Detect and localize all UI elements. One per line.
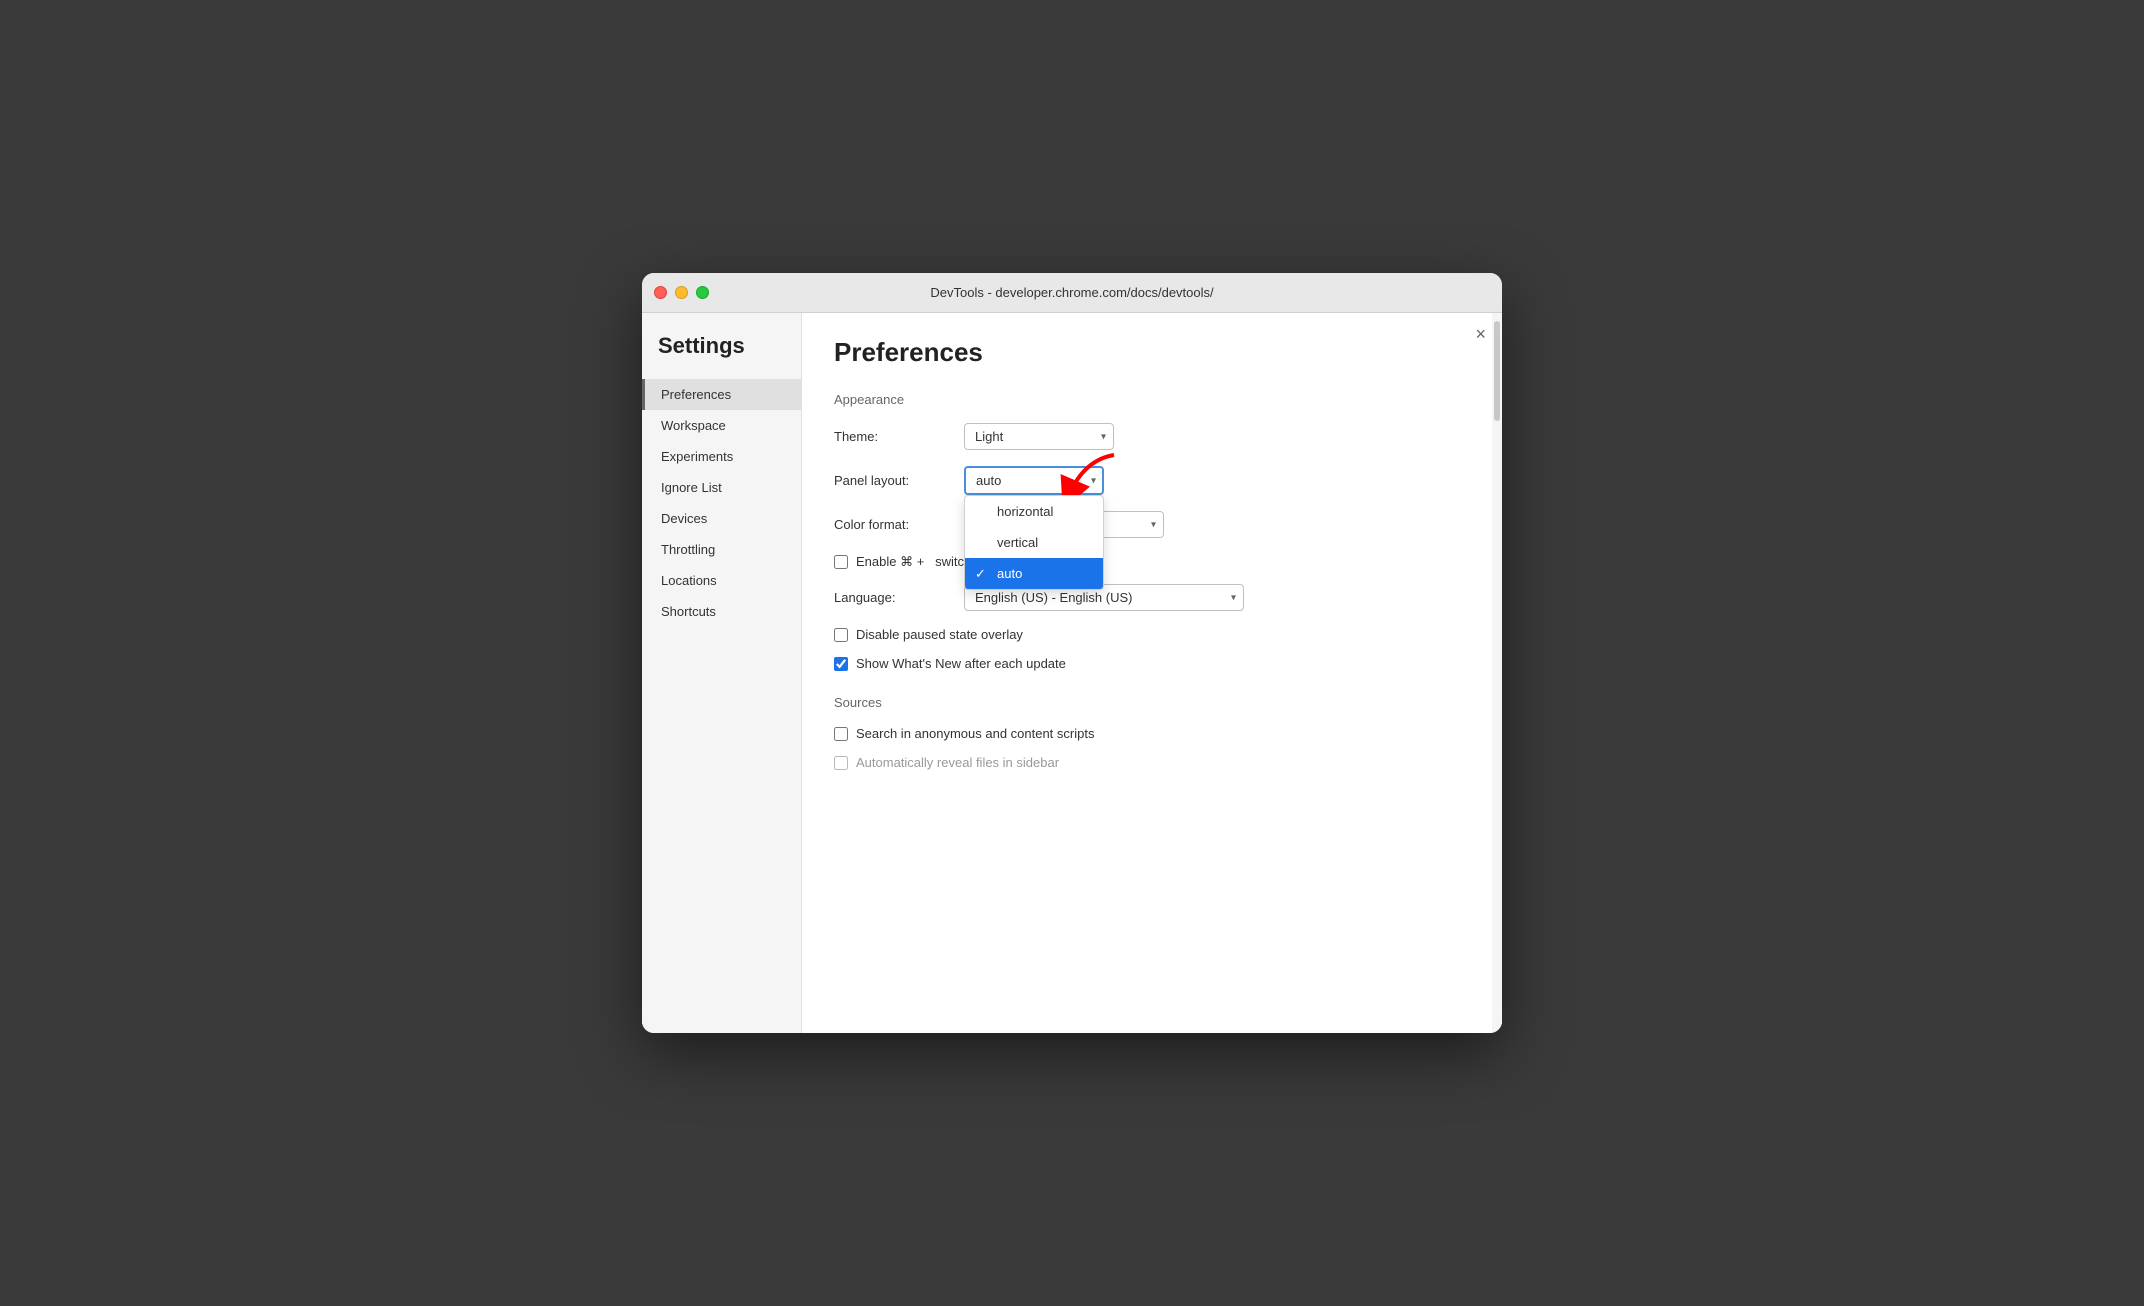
maximize-button[interactable] <box>696 286 709 299</box>
sidebar-item-preferences[interactable]: Preferences <box>642 379 801 410</box>
panel-layout-dropdown: horizontal vertical auto <box>964 495 1104 590</box>
settings-close-button[interactable]: × <box>1475 325 1486 343</box>
traffic-lights <box>654 286 709 299</box>
sidebar-heading: Settings <box>642 333 801 379</box>
window-title: DevTools - developer.chrome.com/docs/dev… <box>930 285 1213 300</box>
dropdown-item-horizontal[interactable]: horizontal <box>965 496 1103 527</box>
close-button-traffic[interactable] <box>654 286 667 299</box>
panel-layout-select[interactable]: auto horizontal vertical <box>964 466 1104 495</box>
sidebar-item-experiments[interactable]: Experiments <box>642 441 801 472</box>
scrollbar-thumb <box>1494 321 1500 421</box>
sidebar-item-locations[interactable]: Locations <box>642 565 801 596</box>
color-format-label: Color format: <box>834 517 964 532</box>
main-content: × Preferences Appearance Theme: Light Da… <box>802 313 1502 1033</box>
show-whats-new-label: Show What's New after each update <box>856 656 1066 671</box>
panel-layout-label: Panel layout: <box>834 473 964 488</box>
sidebar-item-shortcuts[interactable]: Shortcuts <box>642 596 801 627</box>
sidebar-item-ignore-list[interactable]: Ignore List <box>642 472 801 503</box>
show-whats-new-row: Show What's New after each update <box>834 656 1470 671</box>
partial-label: Automatically reveal files in sidebar <box>856 755 1059 770</box>
panel-layout-row: Panel layout: auto horizontal vertical ▾… <box>834 466 1470 495</box>
disable-paused-row: Disable paused state overlay <box>834 627 1470 642</box>
partial-checkbox[interactable] <box>834 756 848 770</box>
enable-shortcut-checkbox[interactable] <box>834 555 848 569</box>
enable-shortcut-row: Enable ⌘ + switch panels <box>834 554 1470 570</box>
titlebar: DevTools - developer.chrome.com/docs/dev… <box>642 273 1502 313</box>
partial-row: Automatically reveal files in sidebar <box>834 755 1470 770</box>
sources-section-title: Sources <box>834 695 1470 710</box>
dropdown-item-vertical[interactable]: vertical <box>965 527 1103 558</box>
minimize-button[interactable] <box>675 286 688 299</box>
theme-label: Theme: <box>834 429 964 444</box>
disable-paused-label: Disable paused state overlay <box>856 627 1023 642</box>
page-title: Preferences <box>834 337 1470 368</box>
sidebar-item-throttling[interactable]: Throttling <box>642 534 801 565</box>
search-anonymous-checkbox[interactable] <box>834 727 848 741</box>
theme-select[interactable]: Light Dark System preference <box>964 423 1114 450</box>
devtools-window: DevTools - developer.chrome.com/docs/dev… <box>642 273 1502 1033</box>
show-whats-new-checkbox[interactable] <box>834 657 848 671</box>
dropdown-item-auto[interactable]: auto <box>965 558 1103 589</box>
language-row: Language: English (US) - English (US) ▾ <box>834 584 1470 611</box>
search-anonymous-label: Search in anonymous and content scripts <box>856 726 1094 741</box>
disable-paused-checkbox[interactable] <box>834 628 848 642</box>
panel-layout-select-wrapper: auto horizontal vertical ▾ horizontal ve… <box>964 466 1104 495</box>
theme-row: Theme: Light Dark System preference ▾ <box>834 423 1470 450</box>
language-label: Language: <box>834 590 964 605</box>
theme-select-wrapper: Light Dark System preference ▾ <box>964 423 1114 450</box>
color-format-row: Color format: As authored ▾ <box>834 511 1470 538</box>
sidebar-item-workspace[interactable]: Workspace <box>642 410 801 441</box>
appearance-section-title: Appearance <box>834 392 1470 407</box>
sidebar: Settings Preferences Workspace Experimen… <box>642 313 802 1033</box>
sidebar-item-devices[interactable]: Devices <box>642 503 801 534</box>
search-anonymous-row: Search in anonymous and content scripts <box>834 726 1470 741</box>
scrollbar-track[interactable] <box>1492 313 1502 1033</box>
window-body: Settings Preferences Workspace Experimen… <box>642 313 1502 1033</box>
